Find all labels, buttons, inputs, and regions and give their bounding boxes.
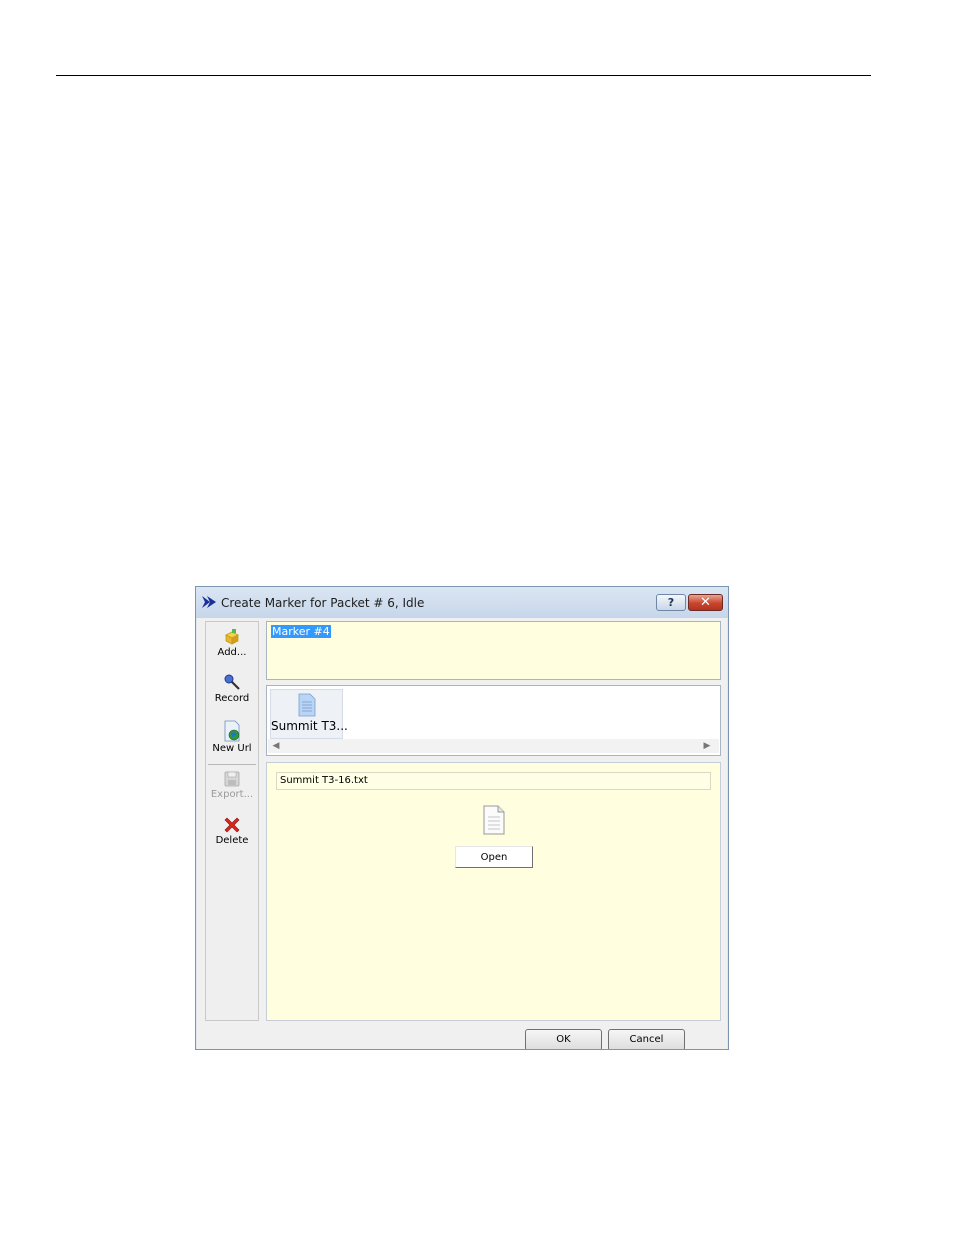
- text-file-icon: [298, 693, 315, 717]
- record-label: Record: [214, 693, 250, 704]
- delete-label: Delete: [215, 835, 249, 846]
- new-url-icon: [224, 720, 240, 742]
- delete-icon: [224, 817, 240, 833]
- scroll-right-arrow-icon[interactable]: ▶: [701, 740, 713, 752]
- filename-field[interactable]: Summit T3-16.txt: [276, 772, 711, 790]
- cancel-button[interactable]: Cancel: [608, 1029, 685, 1049]
- open-button[interactable]: Open: [455, 846, 533, 868]
- marker-name-value[interactable]: Marker #4: [271, 625, 331, 638]
- dialog-titlebar[interactable]: Create Marker for Packet # 6, Idle ? ✕: [196, 587, 728, 618]
- delete-button[interactable]: Delete: [206, 816, 258, 846]
- attachment-detail-panel: Summit T3-16.txt Open: [266, 762, 721, 1021]
- document-icon: [483, 805, 505, 835]
- attachment-item[interactable]: Summit T3...: [270, 689, 348, 739]
- create-marker-dialog: Create Marker for Packet # 6, Idle ? ✕ A…: [195, 586, 729, 1050]
- horizontal-scrollbar[interactable]: ◀ ▶: [268, 739, 719, 753]
- export-button[interactable]: Export...: [206, 770, 258, 800]
- toolbar-separator: [208, 764, 256, 765]
- new-url-label: New Url: [212, 743, 252, 754]
- dialog-client: Add... Record New Url Export... Delete M…: [197, 618, 727, 1049]
- add-icon: [225, 629, 239, 645]
- add-button[interactable]: Add...: [206, 628, 258, 658]
- export-label: Export...: [210, 789, 254, 800]
- close-button[interactable]: ✕: [688, 594, 723, 611]
- ok-button[interactable]: OK: [525, 1029, 602, 1049]
- dialog-title: Create Marker for Packet # 6, Idle: [221, 596, 425, 610]
- help-button[interactable]: ?: [656, 594, 686, 611]
- add-label: Add...: [217, 647, 247, 658]
- marker-name-input[interactable]: Marker #4: [266, 621, 721, 680]
- marker-toolbar: Add... Record New Url Export... Delete: [205, 621, 259, 1021]
- record-icon: [224, 674, 240, 690]
- attachments-list[interactable]: Summit T3... ◀ ▶: [266, 685, 721, 756]
- attachment-item-label: Summit T3...: [271, 719, 348, 733]
- app-logo-icon: [202, 596, 216, 608]
- scroll-left-arrow-icon[interactable]: ◀: [270, 740, 282, 752]
- page-header-rule: [56, 75, 871, 76]
- new-url-button[interactable]: New Url: [206, 720, 258, 754]
- record-button[interactable]: Record: [206, 674, 258, 704]
- export-icon: [224, 771, 240, 787]
